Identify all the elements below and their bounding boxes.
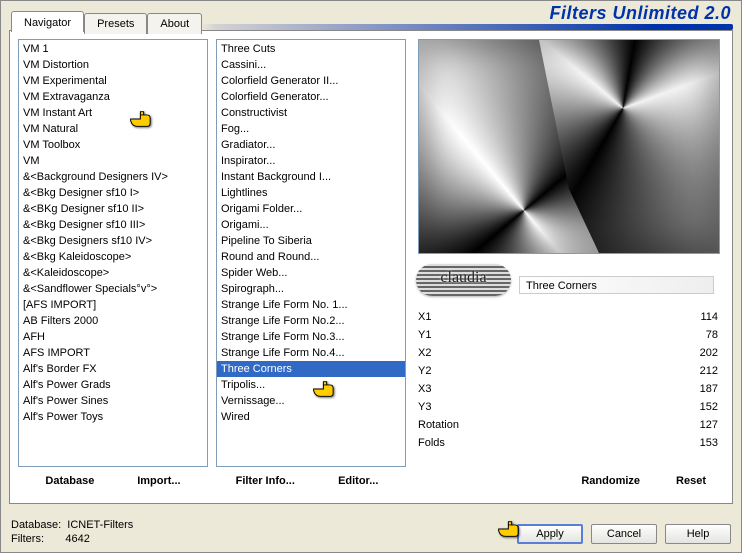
list-item[interactable]: Spider Web... — [217, 265, 405, 281]
list-item[interactable]: [AFS IMPORT] — [19, 297, 207, 313]
list-item[interactable]: &<Sandflower Specials°v°> — [19, 281, 207, 297]
list-item[interactable]: VM Extravaganza — [19, 89, 207, 105]
slider-value: 212 — [678, 365, 718, 377]
cancel-button[interactable]: Cancel — [591, 524, 657, 544]
list-item[interactable]: Wired — [217, 409, 405, 425]
slider-label: Folds — [418, 437, 478, 449]
tab-bar: Navigator Presets About — [11, 11, 202, 32]
list-item[interactable]: Alf's Power Grads — [19, 377, 207, 393]
list-item[interactable]: VM Experimental — [19, 73, 207, 89]
list-item[interactable]: &<BKg Designer sf10 II> — [19, 201, 207, 217]
slider-value: 114 — [678, 311, 718, 323]
import-button[interactable]: Import... — [135, 473, 182, 489]
slider-value: 153 — [678, 437, 718, 449]
slider-value: 127 — [678, 419, 718, 431]
filter-name-display: Three Corners — [519, 276, 714, 294]
list-item[interactable]: Pipeline To Siberia — [217, 233, 405, 249]
tab-navigator[interactable]: Navigator — [11, 11, 84, 32]
list-item[interactable]: VM 1 — [19, 41, 207, 57]
database-button[interactable]: Database — [43, 473, 96, 489]
list-item[interactable]: Alf's Power Toys — [19, 409, 207, 425]
list-item[interactable]: Strange Life Form No.3... — [217, 329, 405, 345]
list-item[interactable]: &<Bkg Designer sf10 III> — [19, 217, 207, 233]
list-item[interactable]: VM — [19, 153, 207, 169]
slider-label: X1 — [418, 311, 478, 323]
list-item[interactable]: &<Background Designers IV> — [19, 169, 207, 185]
slider-label: X3 — [418, 383, 478, 395]
list-item[interactable]: VM Distortion — [19, 57, 207, 73]
slider-row[interactable]: Y3 152 — [418, 398, 718, 416]
slider-label: Y1 — [418, 329, 478, 341]
slider-label: Rotation — [418, 419, 478, 431]
slider-row[interactable]: Y1 78 — [418, 326, 718, 344]
list-item[interactable]: Alf's Border FX — [19, 361, 207, 377]
author-stamp — [416, 264, 511, 296]
slider-row[interactable]: X3 187 — [418, 380, 718, 398]
list-item[interactable]: Strange Life Form No.4... — [217, 345, 405, 361]
tab-about[interactable]: About — [147, 13, 202, 34]
slider-label: Y2 — [418, 365, 478, 377]
help-button[interactable]: Help — [665, 524, 731, 544]
list-item[interactable]: &<Bkg Designer sf10 I> — [19, 185, 207, 201]
category-list[interactable]: VM 1VM DistortionVM ExperimentalVM Extra… — [18, 39, 208, 467]
list-item[interactable]: Origami... — [217, 217, 405, 233]
footer-info: Database: ICNET-Filters Filters: 4642 — [11, 518, 133, 546]
slider-row[interactable]: X2 202 — [418, 344, 718, 362]
list-item[interactable]: Three Corners — [217, 361, 405, 377]
list-item[interactable]: Alf's Power Sines — [19, 393, 207, 409]
slider-row[interactable]: X1 114 — [418, 308, 718, 326]
list-item[interactable]: AFS IMPORT — [19, 345, 207, 361]
editor-button[interactable]: Editor... — [336, 473, 380, 489]
list-item[interactable]: Origami Folder... — [217, 201, 405, 217]
apply-button[interactable]: Apply — [517, 524, 583, 544]
list-item[interactable]: Colorfield Generator II... — [217, 73, 405, 89]
filter-info-button[interactable]: Filter Info... — [234, 473, 297, 489]
app-title: Filters Unlimited 2.0 — [549, 3, 731, 24]
slider-row[interactable]: Rotation 127 — [418, 416, 718, 434]
list-item[interactable]: VM Toolbox — [19, 137, 207, 153]
list-item[interactable]: &<Bkg Designers sf10 IV> — [19, 233, 207, 249]
list-item[interactable]: Strange Life Form No.2... — [217, 313, 405, 329]
list-item[interactable]: VM Instant Art — [19, 105, 207, 121]
list-item[interactable]: Instant Background I... — [217, 169, 405, 185]
randomize-button[interactable]: Randomize — [579, 473, 642, 489]
list-item[interactable]: Inspirator... — [217, 153, 405, 169]
list-item[interactable]: Cassini... — [217, 57, 405, 73]
list-item[interactable]: Gradiator... — [217, 137, 405, 153]
slider-value: 187 — [678, 383, 718, 395]
list-item[interactable]: Round and Round... — [217, 249, 405, 265]
preview-image — [418, 39, 720, 254]
list-item[interactable]: Three Cuts — [217, 41, 405, 57]
list-item[interactable]: VM Natural — [19, 121, 207, 137]
list-item[interactable]: Constructivist — [217, 105, 405, 121]
list-item[interactable]: &<Bkg Kaleidoscope> — [19, 249, 207, 265]
list-item[interactable]: Colorfield Generator... — [217, 89, 405, 105]
slider-value: 202 — [678, 347, 718, 359]
list-item[interactable]: Strange Life Form No. 1... — [217, 297, 405, 313]
parameter-panel: X1 114 Y1 78 X2 202 Y2 212 X3 187 Y3 152 Rotation 127… — [418, 308, 718, 467]
list-item[interactable]: Lightlines — [217, 185, 405, 201]
list-item[interactable]: Vernissage... — [217, 393, 405, 409]
reset-button[interactable]: Reset — [674, 473, 708, 489]
list-item[interactable]: Fog... — [217, 121, 405, 137]
list-item[interactable]: Tripolis... — [217, 377, 405, 393]
slider-row[interactable]: Y2 212 — [418, 362, 718, 380]
list-item[interactable]: AFH — [19, 329, 207, 345]
list-item[interactable]: Spirograph... — [217, 281, 405, 297]
list-item[interactable]: &<Kaleidoscope> — [19, 265, 207, 281]
slider-value: 78 — [678, 329, 718, 341]
slider-label: Y3 — [418, 401, 478, 413]
slider-value: 152 — [678, 401, 718, 413]
tab-presets[interactable]: Presets — [84, 13, 147, 34]
slider-label: X2 — [418, 347, 478, 359]
filter-list[interactable]: Three CutsCassini...Colorfield Generator… — [216, 39, 406, 467]
main-panel: VM 1VM DistortionVM ExperimentalVM Extra… — [9, 30, 733, 504]
list-item[interactable]: AB Filters 2000 — [19, 313, 207, 329]
slider-row[interactable]: Folds 153 — [418, 434, 718, 452]
